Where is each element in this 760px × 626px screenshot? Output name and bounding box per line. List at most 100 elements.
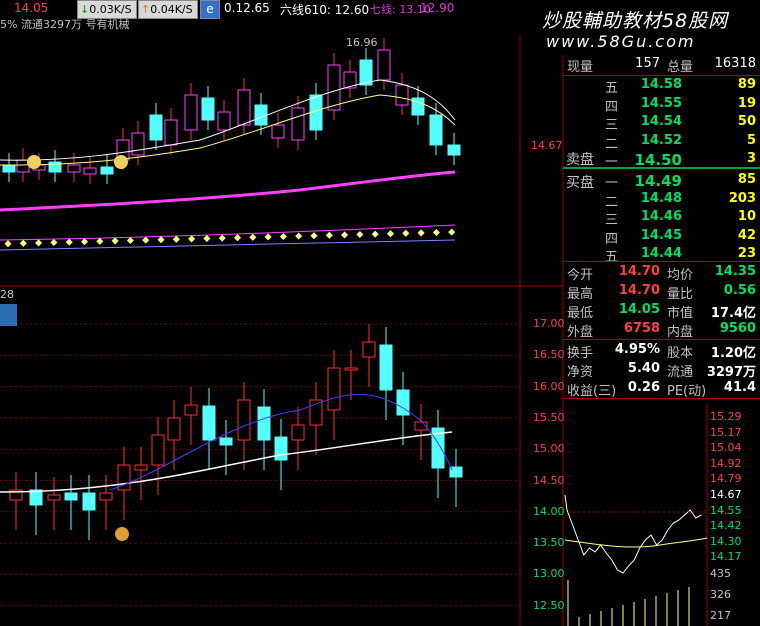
- lower-top-label: 28: [0, 288, 14, 301]
- buy-volume: 42: [737, 227, 756, 243]
- top-candle: [271, 113, 285, 148]
- top-candle: [237, 78, 251, 135]
- total-label: 总量: [667, 60, 694, 75]
- top-candle: [429, 103, 443, 155]
- lower-tick: 12.50: [533, 598, 565, 612]
- buy-label: 买盘: [566, 175, 594, 191]
- stat-key: 今开: [567, 268, 594, 283]
- stat-row: 收益(三) 0.26 PE(动) 41.4: [563, 380, 760, 399]
- lower-tick: 14.50: [533, 473, 565, 487]
- top-candle: [164, 108, 178, 155]
- top-candle: [83, 156, 97, 184]
- lower-candle: [64, 475, 78, 530]
- lower-candle: [29, 472, 43, 535]
- stat-key: 内盘: [667, 325, 694, 340]
- stat-value: 14.35: [714, 264, 756, 279]
- sell-row[interactable]: 五 14.58 89: [563, 77, 760, 96]
- stat-value: 5.40: [627, 361, 660, 376]
- lower-candle: [82, 475, 96, 540]
- stat-row: 净资 5.40 流通 3297万: [563, 361, 760, 380]
- sell-volume: 89: [737, 77, 756, 92]
- stat-key: 流通: [667, 365, 694, 380]
- stat-key: 量比: [667, 287, 694, 302]
- buy-volume: 85: [737, 172, 756, 187]
- mini-tick: 15.04: [710, 441, 742, 455]
- top-candle: [359, 48, 373, 95]
- smiley-icon: [114, 155, 128, 169]
- mini-tick: 14.30: [710, 534, 742, 548]
- top-candle: [149, 103, 163, 150]
- buy-level: 一: [605, 176, 619, 191]
- sell-row[interactable]: 二 14.52 5: [563, 133, 760, 152]
- sell-price: 14.55: [640, 95, 682, 111]
- lower-candle: [327, 350, 341, 440]
- lower-tick: 13.00: [533, 567, 565, 581]
- stat-value: 0.26: [627, 380, 660, 395]
- buy-row[interactable]: 三 14.46 10: [563, 209, 760, 228]
- lower-blue-tab[interactable]: [0, 304, 17, 326]
- stat-key: 净资: [567, 365, 594, 380]
- stat-value: 3297万: [706, 365, 756, 380]
- smiley-icon: [27, 155, 41, 169]
- sell-level: 三: [605, 118, 619, 133]
- stat-row: 最低 14.05 市值 17.4亿: [563, 302, 760, 321]
- lower-tick: 15.50: [533, 410, 565, 424]
- mini-tick: 14.67: [710, 488, 742, 501]
- mini-tick: 15.17: [710, 425, 742, 439]
- sell-level: 二: [605, 136, 619, 152]
- mini-tick: 14.17: [710, 550, 742, 564]
- lower-candle: [167, 400, 181, 470]
- top-candle: [447, 133, 461, 165]
- lower-candle: [379, 327, 393, 420]
- lower-candle: [344, 350, 358, 400]
- buy-price: 14.48: [640, 190, 682, 206]
- buy-level: 三: [605, 213, 619, 228]
- lower-candle: [202, 388, 216, 470]
- buy-row[interactable]: 二 14.48 203: [563, 190, 760, 210]
- top-candle: [48, 150, 62, 182]
- sell-volume: 19: [737, 95, 756, 111]
- sell-row[interactable]: 三 14.54 50: [563, 114, 760, 133]
- money-bag-icon: [115, 527, 129, 541]
- now-label: 现量: [567, 60, 594, 75]
- sell-volume: 50: [737, 114, 756, 129]
- stat-value: 4.95%: [614, 342, 660, 357]
- stat-value: 14.70: [618, 264, 660, 279]
- stat-value: 14.70: [618, 283, 660, 298]
- stat-value: 0.56: [723, 283, 756, 298]
- sell-price: 14.54: [640, 114, 682, 129]
- top-candle: [131, 121, 145, 165]
- stat-key: 收益(三): [567, 384, 617, 399]
- stat-value: 41.4: [723, 380, 756, 395]
- buy-volume: 203: [728, 190, 756, 206]
- stat-key: 均价: [667, 268, 694, 283]
- lower-tick: 15.00: [533, 442, 565, 456]
- buy-volume: 23: [737, 246, 756, 261]
- sell-volume: 3: [746, 151, 756, 166]
- buy-price: 14.46: [640, 209, 682, 224]
- stat-value: 6758: [623, 321, 660, 336]
- stat-row: 外盘 6758 内盘 9560: [563, 321, 760, 340]
- sell-row[interactable]: 四 14.55 19: [563, 95, 760, 115]
- buy-level: 四: [605, 231, 619, 247]
- top-candle: [291, 96, 305, 150]
- lower-candle: [291, 407, 305, 470]
- stat-key: 外盘: [567, 325, 594, 340]
- stat-key: 换手: [567, 346, 594, 361]
- now-value: 157: [635, 56, 660, 71]
- sell-level: 五: [605, 81, 619, 96]
- buy-price: 14.44: [640, 246, 682, 261]
- lower-candle: [431, 410, 445, 498]
- stat-value: 9560: [719, 321, 756, 336]
- buy-row[interactable]: 四 14.45 42: [563, 227, 760, 247]
- quote-panel: 现量 157 总量 16318 五 14.58 89 四 14.55 19 三 14.54 50…: [563, 55, 760, 626]
- total-value: 16318: [714, 56, 756, 71]
- stat-row: 换手 4.95% 股本 1.20亿: [563, 342, 760, 361]
- lower-candle: [99, 475, 113, 530]
- top-candle: [309, 83, 323, 140]
- stat-value: 1.20亿: [710, 346, 756, 361]
- sell-price: 14.58: [640, 77, 682, 92]
- main-price-tick: 14.67: [531, 139, 563, 152]
- stat-value: 17.4亿: [710, 306, 756, 321]
- stat-key: 最高: [567, 287, 594, 302]
